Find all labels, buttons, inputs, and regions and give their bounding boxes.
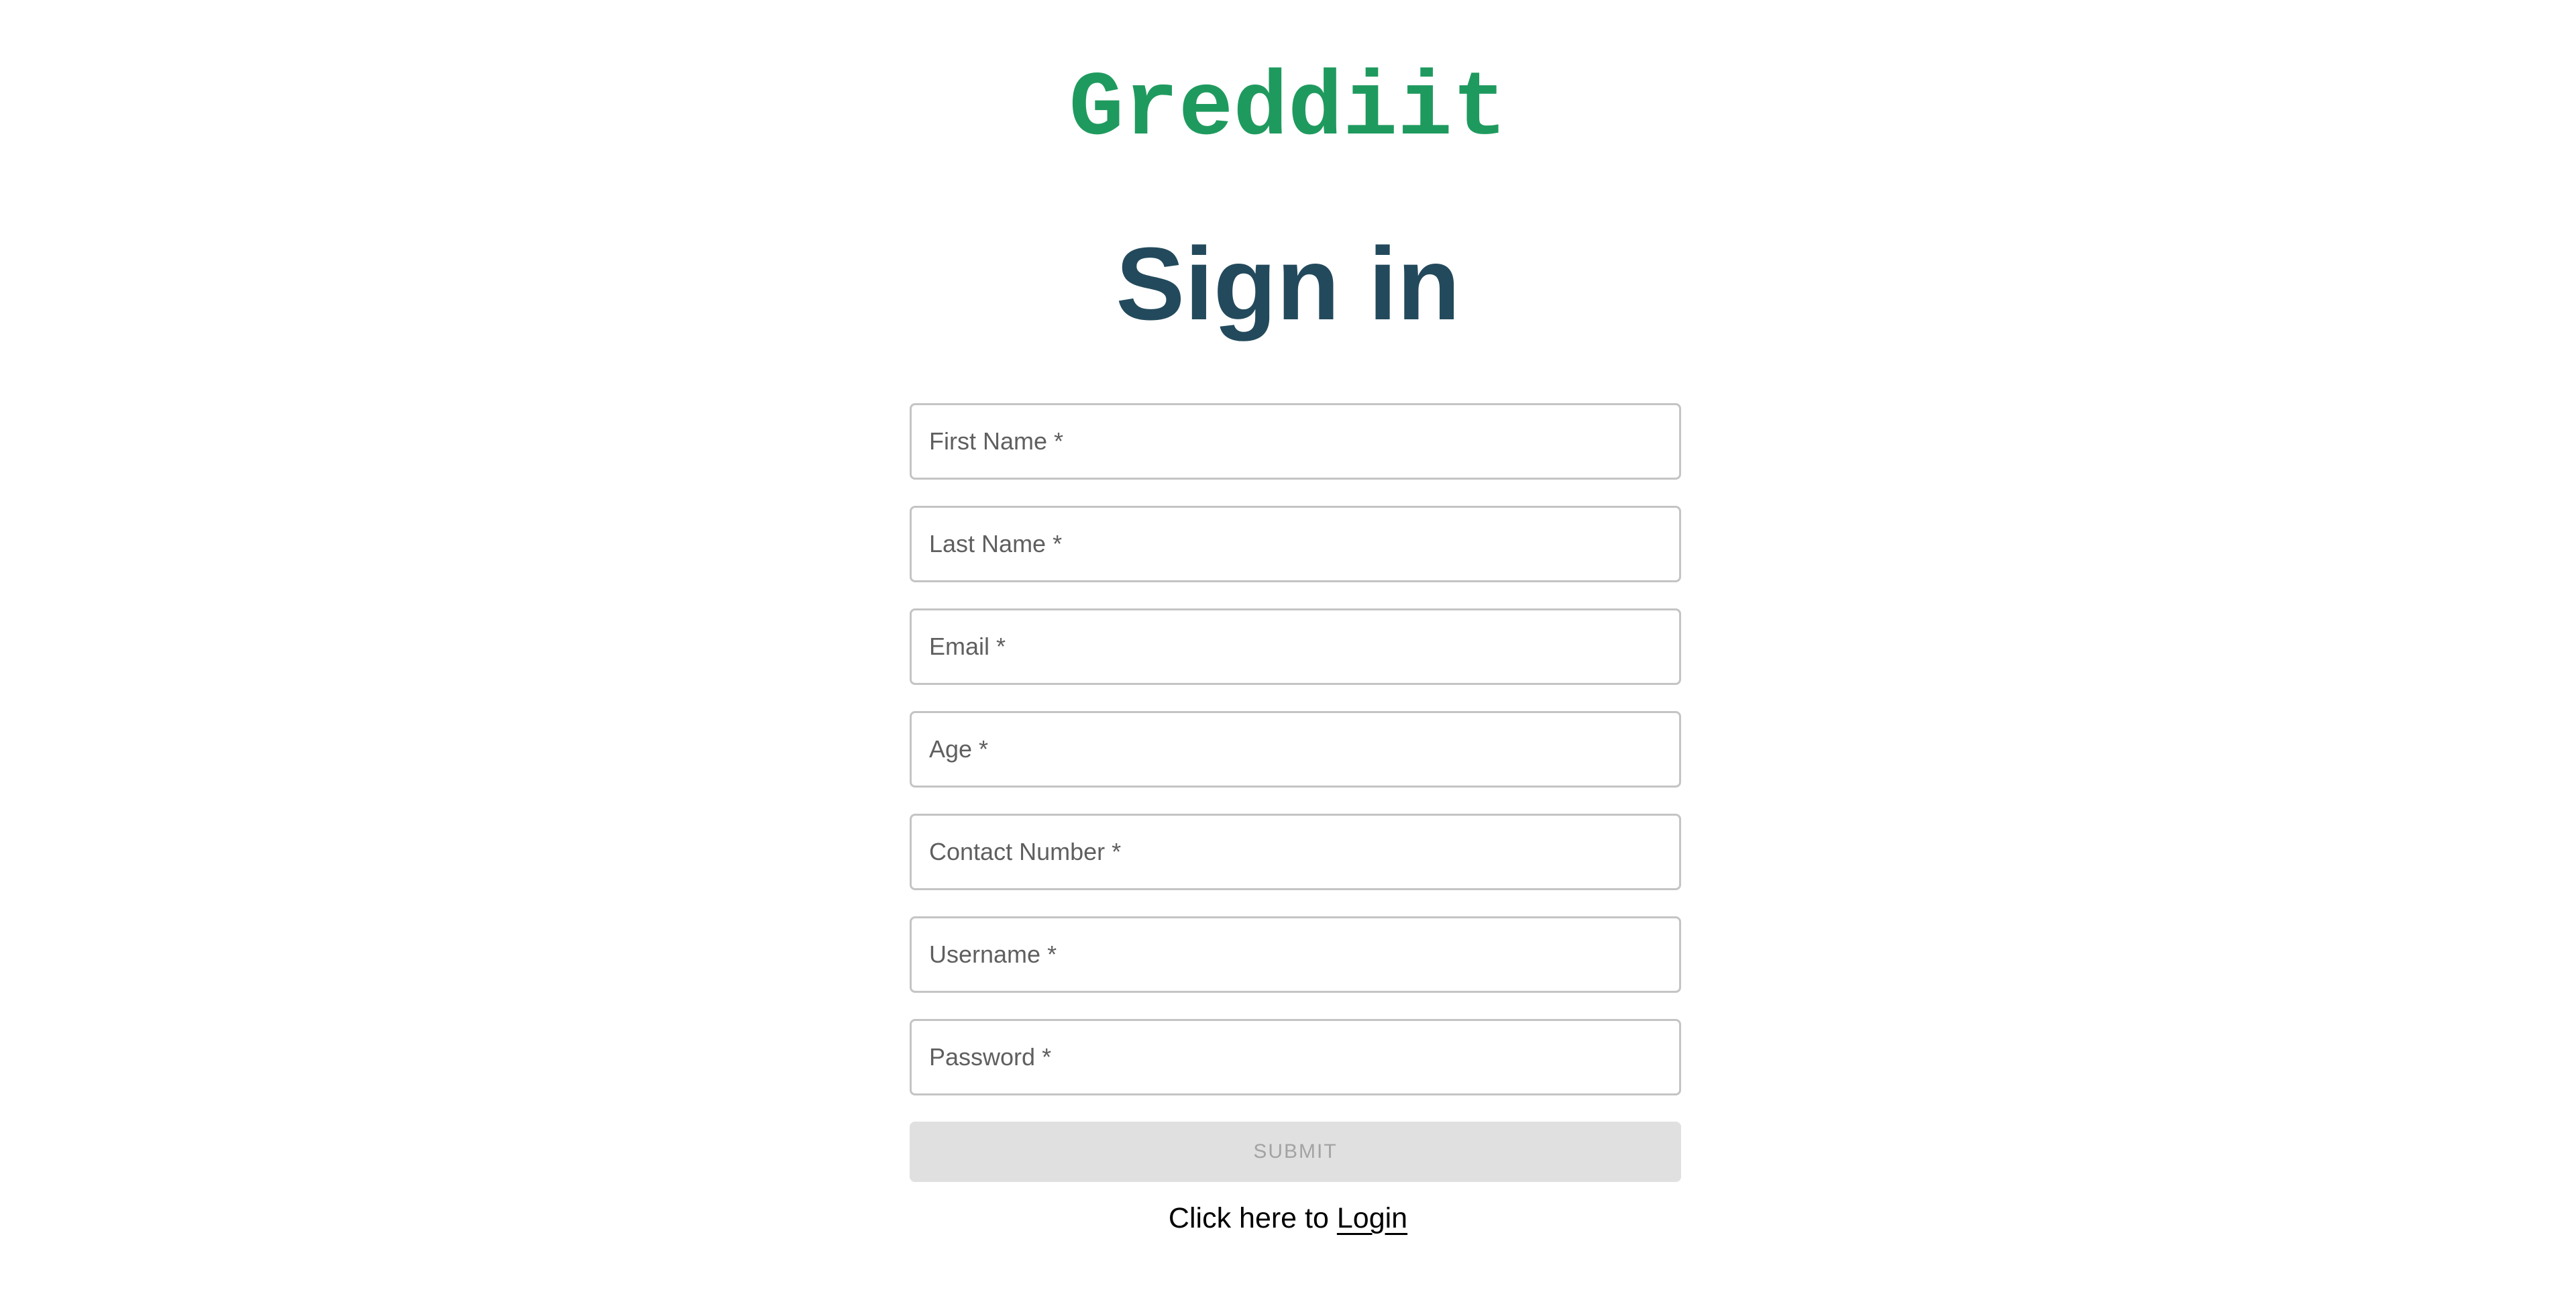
- signup-page: Greddiit Sign in SUBMIT Click here to Lo…: [0, 0, 2576, 1292]
- submit-button[interactable]: SUBMIT: [910, 1122, 1681, 1182]
- password-input[interactable]: [912, 1021, 1679, 1093]
- username-input[interactable]: [912, 918, 1679, 991]
- username-field: [910, 916, 1681, 993]
- email-field: [910, 608, 1681, 685]
- login-prompt-text: Click here to: [1168, 1202, 1329, 1234]
- signup-form: SUBMIT: [910, 403, 1681, 1182]
- age-field: [910, 711, 1681, 788]
- login-prompt: Click here to Login: [0, 1198, 2576, 1238]
- password-field: [910, 1019, 1681, 1095]
- first-name-field: [910, 403, 1681, 480]
- page-title: Sign in: [1116, 226, 1460, 341]
- login-link[interactable]: Login: [1337, 1202, 1407, 1234]
- contact-number-field: [910, 814, 1681, 890]
- app-logo: Greddiit: [1069, 58, 1507, 161]
- contact-number-input[interactable]: [912, 816, 1679, 888]
- email-input[interactable]: [912, 610, 1679, 683]
- first-name-input[interactable]: [912, 405, 1679, 478]
- last-name-field: [910, 506, 1681, 582]
- last-name-input[interactable]: [912, 508, 1679, 580]
- age-input[interactable]: [912, 713, 1679, 786]
